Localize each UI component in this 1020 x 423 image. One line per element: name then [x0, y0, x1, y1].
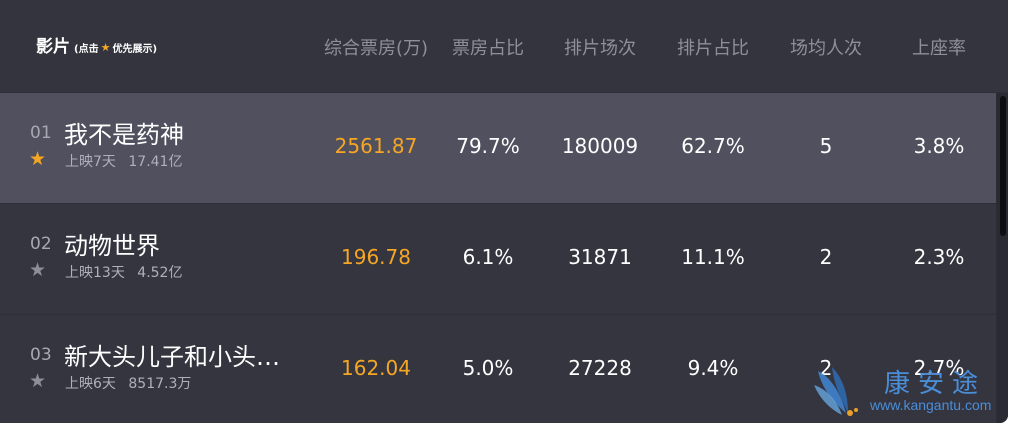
star-hint: (点击 ★ 优先展示)	[74, 40, 157, 55]
column-header-shows[interactable]: 排片场次	[550, 34, 650, 60]
rank-number: 02	[30, 234, 52, 254]
movie-column-header: 影片 (点击 ★ 优先展示)	[36, 32, 157, 57]
total-gross: 8517.3万	[128, 376, 192, 392]
box-share-value: 79.7%	[456, 134, 520, 158]
occupancy-value: 2.3%	[913, 245, 965, 269]
column-header-avg-people[interactable]: 场均人次	[776, 34, 876, 60]
rank-number: 03	[30, 345, 52, 365]
hint-suffix: 优先展示)	[112, 44, 158, 55]
watermark-url: www.kangantu.com	[870, 397, 992, 413]
column-header-show-share[interactable]: 排片占比	[663, 34, 763, 60]
box-office-value: 162.04	[341, 356, 411, 380]
scrollbar-thumb[interactable]	[1000, 96, 1006, 236]
box-share-value: 5.0%	[462, 356, 514, 380]
column-header-occupancy[interactable]: 上座率	[889, 34, 989, 60]
release-info: 上映6天 8517.3万	[65, 373, 199, 393]
watermark-text: 康安途	[884, 369, 987, 399]
star-icon[interactable]: ★	[29, 148, 46, 170]
release-days: 上映6天	[65, 376, 116, 392]
star-icon[interactable]: ★	[29, 370, 46, 392]
table-row[interactable]: 02 动物世界 ★ 上映13天 4.52亿 196.78 6.1% 31871 …	[0, 204, 996, 314]
movie-column-title: 影片	[36, 37, 70, 57]
box-office-value: 2561.87	[334, 134, 418, 158]
release-days: 上映7天	[65, 154, 116, 170]
watermark: 康安途 www.kangantu.com	[812, 363, 1008, 419]
hint-prefix: (点击	[74, 44, 99, 55]
shows-value: 27228	[568, 356, 632, 380]
box-share-value: 6.1%	[462, 245, 514, 269]
shows-value: 31871	[568, 245, 632, 269]
box-office-value: 196.78	[341, 245, 411, 269]
show-share-value: 9.4%	[687, 356, 739, 380]
show-share-value: 11.1%	[681, 245, 745, 269]
release-info: 上映13天 4.52亿	[65, 262, 190, 282]
total-gross: 4.52亿	[137, 265, 183, 281]
occupancy-value: 3.8%	[913, 134, 965, 158]
movie-title: 新大头儿子和小头…	[64, 343, 280, 371]
movie-title: 我不是药神	[64, 121, 184, 149]
table-row[interactable]: 01 我不是药神 ★ 上映7天 17.41亿 2561.87 79.7% 180…	[0, 93, 996, 203]
shows-value: 180009	[561, 134, 639, 158]
table-header: 影片 (点击 ★ 优先展示) 综合票房(万) 票房占比 排片场次 排片占比 场均…	[0, 0, 1008, 92]
column-header-box-share[interactable]: 票房占比	[438, 34, 538, 60]
avg-people-value: 5	[819, 134, 833, 158]
box-office-panel: 影片 (点击 ★ 优先展示) 综合票房(万) 票房占比 排片场次 排片占比 场均…	[0, 0, 1008, 423]
column-header-box-office[interactable]: 综合票房(万)	[316, 34, 436, 60]
star-icon[interactable]: ★	[29, 259, 46, 281]
total-gross: 17.41亿	[128, 154, 183, 170]
avg-people-value: 2	[819, 245, 833, 269]
leaf-logo-icon	[814, 367, 858, 416]
rank-number: 01	[30, 123, 52, 143]
release-days: 上映13天	[65, 265, 125, 281]
release-info: 上映7天 17.41亿	[65, 151, 190, 171]
star-icon: ★	[100, 41, 111, 54]
movie-title: 动物世界	[64, 232, 160, 260]
show-share-value: 62.7%	[681, 134, 745, 158]
